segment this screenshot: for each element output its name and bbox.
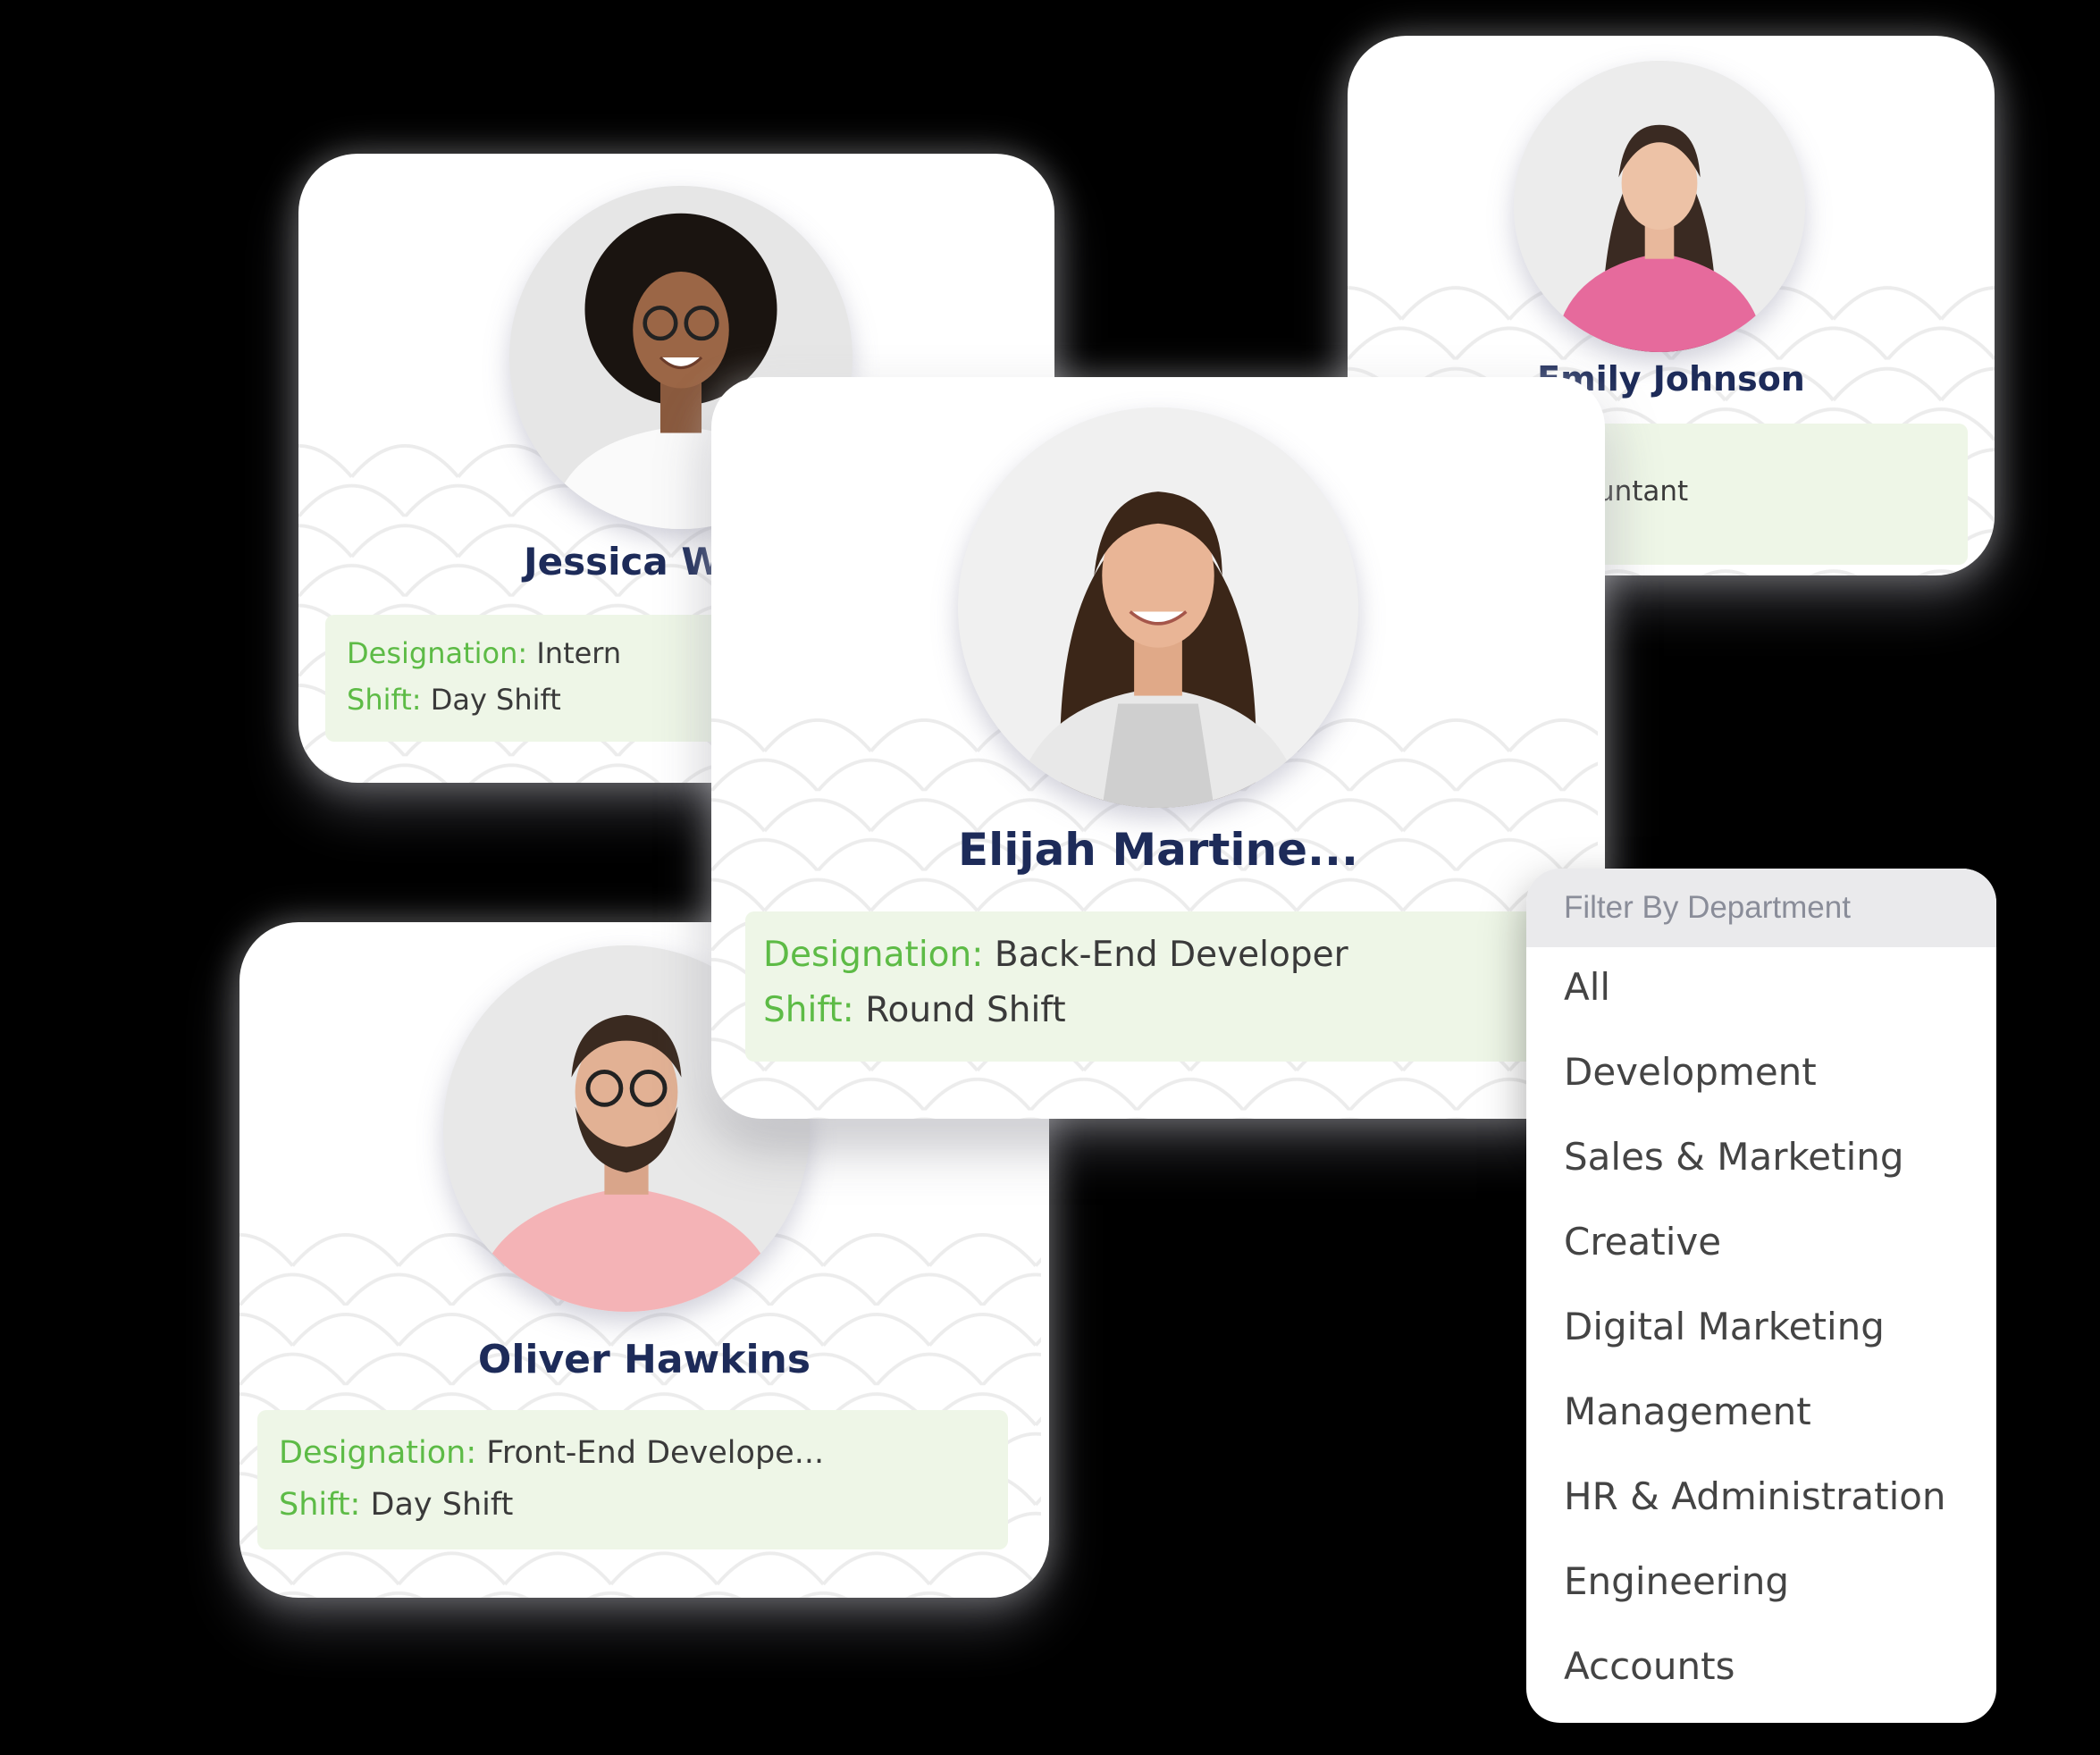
shift-label: Shift: bbox=[763, 990, 854, 1030]
filter-option-sales-marketing[interactable]: Sales & Marketing bbox=[1564, 1135, 1904, 1179]
shift-value: Round Shift bbox=[865, 990, 1066, 1030]
filter-option-accounts[interactable]: Accounts bbox=[1564, 1644, 1735, 1688]
shift-label: Shift: bbox=[279, 1487, 361, 1523]
dropdown-header: Filter By Department bbox=[1526, 869, 1996, 947]
filter-option-hr-administration[interactable]: HR & Administration bbox=[1564, 1474, 1946, 1518]
employee-card-elijah[interactable]: Elijah Martine... Designation: Back-End … bbox=[711, 377, 1605, 1119]
avatar-elijah bbox=[958, 407, 1358, 808]
filter-option-management[interactable]: Management bbox=[1564, 1390, 1811, 1433]
filter-option-development[interactable]: Development bbox=[1564, 1050, 1817, 1094]
employee-name: Jessica W bbox=[524, 540, 723, 584]
employee-name: Oliver Hawkins bbox=[477, 1337, 811, 1382]
page: { "cards": { "jessica": {"name": "Jessic… bbox=[0, 0, 2100, 1755]
shift-label: Shift: bbox=[347, 683, 422, 717]
employee-name: Elijah Martine... bbox=[958, 824, 1358, 876]
designation-label: Designation: bbox=[763, 935, 984, 975]
department-filter-dropdown[interactable]: Filter By Department All Development Sal… bbox=[1526, 869, 1996, 1723]
filter-option-engineering[interactable]: Engineering bbox=[1564, 1559, 1789, 1603]
employee-info: Designation: Front-End Develope... Shift… bbox=[257, 1410, 1008, 1549]
filter-option-creative[interactable]: Creative bbox=[1564, 1220, 1721, 1264]
designation-value: Front-End Develope... bbox=[486, 1435, 825, 1471]
designation-value: Back-End Developer bbox=[994, 935, 1348, 975]
employee-info: Designation: Back-End Developer Shift: R… bbox=[745, 911, 1594, 1062]
designation-value: Intern bbox=[536, 636, 622, 670]
avatar-emily bbox=[1514, 61, 1805, 352]
shift-value: Day Shift bbox=[430, 683, 561, 717]
designation-label: Designation: bbox=[347, 636, 528, 670]
shift-value: Day Shift bbox=[370, 1487, 514, 1523]
filter-option-all[interactable]: All bbox=[1564, 965, 1610, 1009]
designation-label: Designation: bbox=[279, 1435, 477, 1471]
filter-option-digital-marketing[interactable]: Digital Marketing bbox=[1564, 1305, 1885, 1348]
